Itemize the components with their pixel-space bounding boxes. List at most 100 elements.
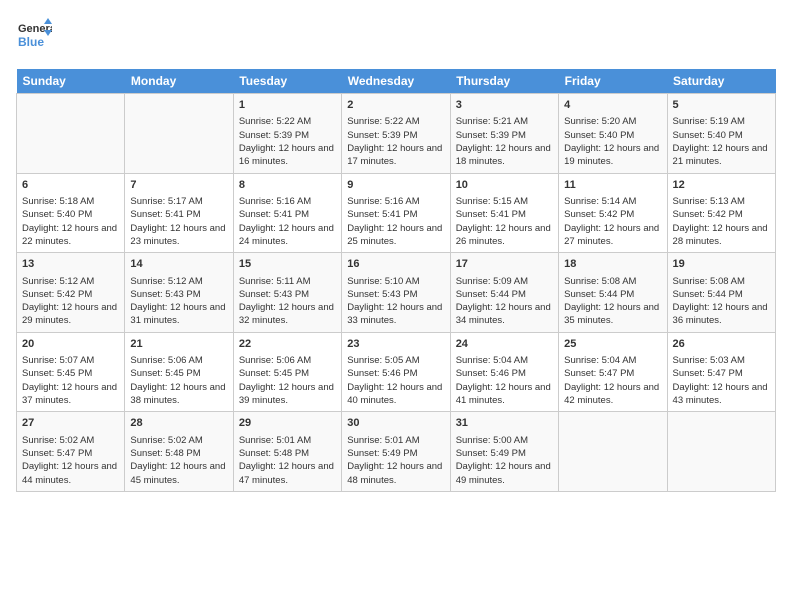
day-number: 29 xyxy=(239,416,336,431)
day-number: 9 xyxy=(347,178,444,193)
calendar-body: 1 Sunrise: 5:22 AMSunset: 5:39 PMDaylight… xyxy=(17,94,776,492)
calendar-cell: 27 Sunrise: 5:02 AMSunset: 5:47 PMDayligh… xyxy=(17,412,125,492)
cell-details: Sunrise: 5:16 AMSunset: 5:41 PMDaylight:… xyxy=(347,195,444,248)
cell-details: Sunrise: 5:11 AMSunset: 5:43 PMDaylight:… xyxy=(239,275,336,328)
day-number: 20 xyxy=(22,337,119,352)
week-row-1: 1 Sunrise: 5:22 AMSunset: 5:39 PMDaylight… xyxy=(17,94,776,174)
day-number: 8 xyxy=(239,178,336,193)
cell-details: Sunrise: 5:03 AMSunset: 5:47 PMDaylight:… xyxy=(673,354,770,407)
calendar-cell: 12Sunrise: 5:13 AMSunset: 5:42 PMDayligh… xyxy=(667,173,775,253)
day-number: 11 xyxy=(564,178,661,193)
day-number: 6 xyxy=(22,178,119,193)
calendar-cell: 25 Sunrise: 5:04 AMSunset: 5:47 PMDayligh… xyxy=(559,332,667,412)
day-number: 31 xyxy=(456,416,553,431)
day-number: 13 xyxy=(22,257,119,272)
day-number: 19 xyxy=(673,257,770,272)
day-number: 17 xyxy=(456,257,553,272)
cell-details: Sunrise: 5:14 AMSunset: 5:42 PMDaylight:… xyxy=(564,195,661,248)
cell-details: Sunrise: 5:01 AMSunset: 5:48 PMDaylight:… xyxy=(239,434,336,487)
calendar-cell: 28 Sunrise: 5:02 AMSunset: 5:48 PMDayligh… xyxy=(125,412,233,492)
cell-details: Sunrise: 5:02 AMSunset: 5:48 PMDaylight:… xyxy=(130,434,227,487)
cell-details: Sunrise: 5:08 AMSunset: 5:44 PMDaylight:… xyxy=(673,275,770,328)
cell-details: Sunrise: 5:02 AMSunset: 5:47 PMDaylight:… xyxy=(22,434,119,487)
day-number: 27 xyxy=(22,416,119,431)
cell-details: Sunrise: 5:13 AMSunset: 5:42 PMDaylight:… xyxy=(673,195,770,248)
cell-details: Sunrise: 5:12 AMSunset: 5:42 PMDaylight:… xyxy=(22,275,119,328)
cell-details: Sunrise: 5:16 AMSunset: 5:41 PMDaylight:… xyxy=(239,195,336,248)
week-row-5: 27 Sunrise: 5:02 AMSunset: 5:47 PMDayligh… xyxy=(17,412,776,492)
week-row-2: 6 Sunrise: 5:18 AMSunset: 5:40 PMDaylight… xyxy=(17,173,776,253)
cell-details: Sunrise: 5:22 AMSunset: 5:39 PMDaylight:… xyxy=(239,115,336,168)
cell-details: Sunrise: 5:05 AMSunset: 5:46 PMDaylight:… xyxy=(347,354,444,407)
calendar-cell: 13 Sunrise: 5:12 AMSunset: 5:42 PMDayligh… xyxy=(17,253,125,333)
cell-details: Sunrise: 5:18 AMSunset: 5:40 PMDaylight:… xyxy=(22,195,119,248)
calendar-cell: 18Sunrise: 5:08 AMSunset: 5:44 PMDayligh… xyxy=(559,253,667,333)
cell-details: Sunrise: 5:06 AMSunset: 5:45 PMDaylight:… xyxy=(130,354,227,407)
calendar-cell xyxy=(559,412,667,492)
week-row-3: 13 Sunrise: 5:12 AMSunset: 5:42 PMDayligh… xyxy=(17,253,776,333)
cell-details: Sunrise: 5:19 AMSunset: 5:40 PMDaylight:… xyxy=(673,115,770,168)
logo: General Blue xyxy=(16,16,52,57)
calendar-cell: 11 Sunrise: 5:14 AMSunset: 5:42 PMDayligh… xyxy=(559,173,667,253)
calendar-cell xyxy=(667,412,775,492)
svg-text:Blue: Blue xyxy=(18,35,44,49)
cell-details: Sunrise: 5:04 AMSunset: 5:47 PMDaylight:… xyxy=(564,354,661,407)
cell-details: Sunrise: 5:22 AMSunset: 5:39 PMDaylight:… xyxy=(347,115,444,168)
calendar-cell: 4 Sunrise: 5:20 AMSunset: 5:40 PMDaylight… xyxy=(559,94,667,174)
day-number: 10 xyxy=(456,178,553,193)
cell-details: Sunrise: 5:12 AMSunset: 5:43 PMDaylight:… xyxy=(130,275,227,328)
calendar-cell: 31Sunrise: 5:00 AMSunset: 5:49 PMDayligh… xyxy=(450,412,558,492)
calendar-cell: 14 Sunrise: 5:12 AMSunset: 5:43 PMDayligh… xyxy=(125,253,233,333)
calendar-cell: 9 Sunrise: 5:16 AMSunset: 5:41 PMDaylight… xyxy=(342,173,450,253)
calendar-cell: 6 Sunrise: 5:18 AMSunset: 5:40 PMDaylight… xyxy=(17,173,125,253)
day-number: 26 xyxy=(673,337,770,352)
day-number: 22 xyxy=(239,337,336,352)
day-number: 2 xyxy=(347,98,444,113)
weekday-thursday: Thursday xyxy=(450,69,558,94)
cell-details: Sunrise: 5:06 AMSunset: 5:45 PMDaylight:… xyxy=(239,354,336,407)
weekday-sunday: Sunday xyxy=(17,69,125,94)
cell-details: Sunrise: 5:07 AMSunset: 5:45 PMDaylight:… xyxy=(22,354,119,407)
calendar-cell: 7 Sunrise: 5:17 AMSunset: 5:41 PMDaylight… xyxy=(125,173,233,253)
calendar-cell: 8 Sunrise: 5:16 AMSunset: 5:41 PMDaylight… xyxy=(233,173,341,253)
day-number: 7 xyxy=(130,178,227,193)
day-number: 24 xyxy=(456,337,553,352)
page-header: General Blue xyxy=(16,16,776,57)
calendar-cell: 30 Sunrise: 5:01 AMSunset: 5:49 PMDayligh… xyxy=(342,412,450,492)
calendar-cell xyxy=(17,94,125,174)
day-number: 28 xyxy=(130,416,227,431)
day-number: 15 xyxy=(239,257,336,272)
cell-details: Sunrise: 5:09 AMSunset: 5:44 PMDaylight:… xyxy=(456,275,553,328)
cell-details: Sunrise: 5:17 AMSunset: 5:41 PMDaylight:… xyxy=(130,195,227,248)
day-number: 4 xyxy=(564,98,661,113)
day-number: 5 xyxy=(673,98,770,113)
logo-icon: General Blue xyxy=(16,16,52,57)
calendar-cell: 15 Sunrise: 5:11 AMSunset: 5:43 PMDayligh… xyxy=(233,253,341,333)
weekday-saturday: Saturday xyxy=(667,69,775,94)
calendar-cell: 10 Sunrise: 5:15 AMSunset: 5:41 PMDayligh… xyxy=(450,173,558,253)
day-number: 16 xyxy=(347,257,444,272)
calendar-cell: 17 Sunrise: 5:09 AMSunset: 5:44 PMDayligh… xyxy=(450,253,558,333)
calendar-cell: 1 Sunrise: 5:22 AMSunset: 5:39 PMDaylight… xyxy=(233,94,341,174)
calendar-cell: 19 Sunrise: 5:08 AMSunset: 5:44 PMDayligh… xyxy=(667,253,775,333)
calendar-cell: 24Sunrise: 5:04 AMSunset: 5:46 PMDayligh… xyxy=(450,332,558,412)
week-row-4: 20 Sunrise: 5:07 AMSunset: 5:45 PMDayligh… xyxy=(17,332,776,412)
weekday-header-row: SundayMondayTuesdayWednesdayThursdayFrid… xyxy=(17,69,776,94)
calendar-cell: 3Sunrise: 5:21 AMSunset: 5:39 PMDaylight… xyxy=(450,94,558,174)
weekday-monday: Monday xyxy=(125,69,233,94)
weekday-wednesday: Wednesday xyxy=(342,69,450,94)
day-number: 30 xyxy=(347,416,444,431)
cell-details: Sunrise: 5:21 AMSunset: 5:39 PMDaylight:… xyxy=(456,115,553,168)
day-number: 25 xyxy=(564,337,661,352)
day-number: 18 xyxy=(564,257,661,272)
cell-details: Sunrise: 5:01 AMSunset: 5:49 PMDaylight:… xyxy=(347,434,444,487)
calendar-table: SundayMondayTuesdayWednesdayThursdayFrid… xyxy=(16,69,776,492)
calendar-cell: 29 Sunrise: 5:01 AMSunset: 5:48 PMDayligh… xyxy=(233,412,341,492)
calendar-cell: 2 Sunrise: 5:22 AMSunset: 5:39 PMDaylight… xyxy=(342,94,450,174)
calendar-cell: 26 Sunrise: 5:03 AMSunset: 5:47 PMDayligh… xyxy=(667,332,775,412)
day-number: 14 xyxy=(130,257,227,272)
cell-details: Sunrise: 5:15 AMSunset: 5:41 PMDaylight:… xyxy=(456,195,553,248)
day-number: 1 xyxy=(239,98,336,113)
calendar-cell: 21Sunrise: 5:06 AMSunset: 5:45 PMDayligh… xyxy=(125,332,233,412)
cell-details: Sunrise: 5:20 AMSunset: 5:40 PMDaylight:… xyxy=(564,115,661,168)
